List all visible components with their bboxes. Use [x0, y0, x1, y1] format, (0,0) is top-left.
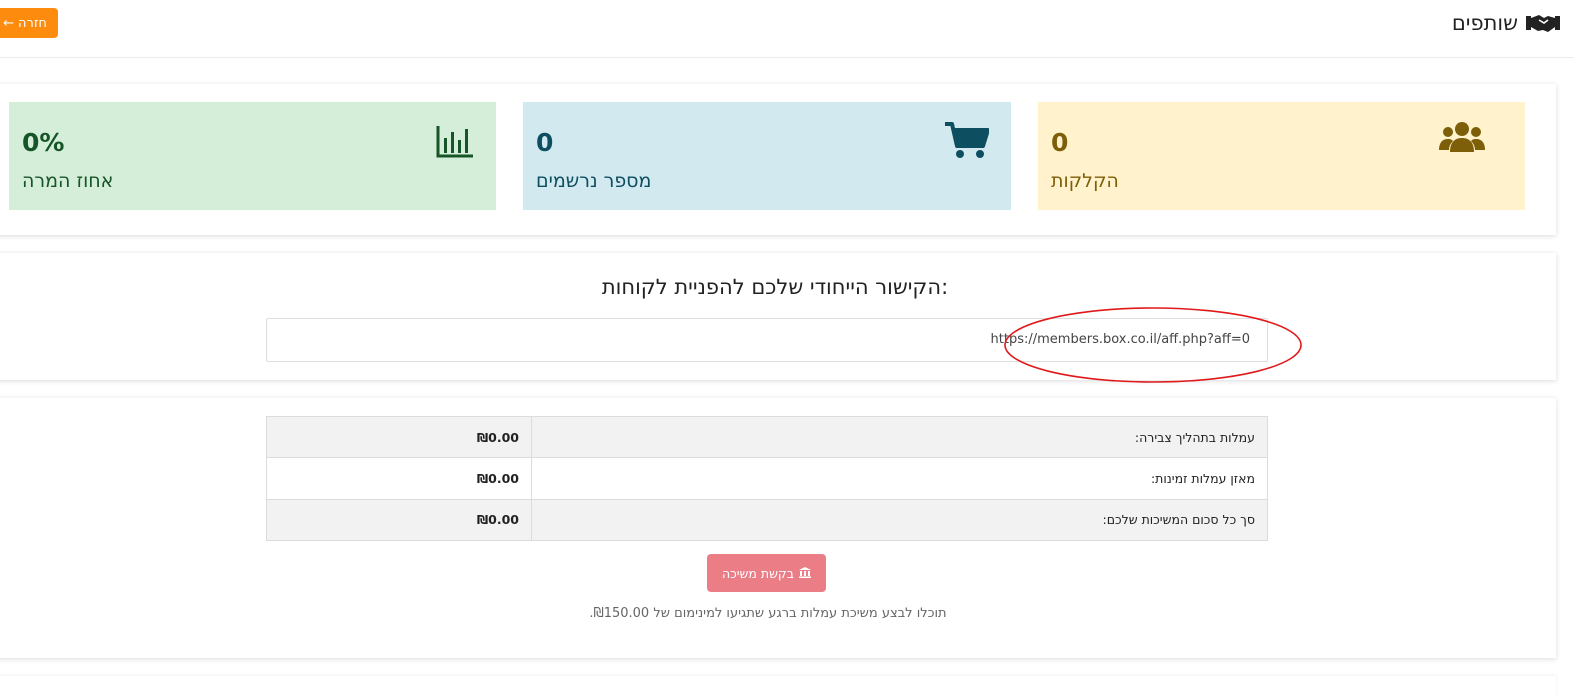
- signups-label: מספר נרשמים: [536, 170, 652, 192]
- bank-icon: [799, 566, 812, 581]
- back-button-label: חזרה: [18, 15, 47, 31]
- clicks-value: 0: [1051, 128, 1069, 157]
- balance-value: ₪0.00: [476, 512, 519, 528]
- table-row: מאזן עמלות זמינות: ₪0.00: [266, 457, 1268, 500]
- referral-link-field[interactable]: https://members.box.co.il/aff.php?aff=0: [266, 318, 1268, 362]
- referral-title: הקישור הייחודי שלכם להפניית לקוחות:: [601, 275, 949, 299]
- bar-chart-icon: [436, 126, 474, 162]
- top-bar: חזרה ← שותפים: [0, 0, 1574, 58]
- referral-panel: הקישור הייחודי שלכם להפניית לקוחות: http…: [0, 253, 1556, 380]
- arrow-left-icon: ←: [3, 15, 15, 31]
- signups-value: 0: [536, 128, 554, 157]
- conversion-label: אחוז המרה: [22, 170, 114, 192]
- stat-card-clicks: 0 הקלקות: [1038, 102, 1525, 210]
- balances-panel: עמלות בתהליך צבירה: ₪0.00 מאזן עמלות זמי…: [0, 398, 1556, 658]
- stat-card-conversion: 0% אחוז המרה: [9, 102, 496, 210]
- bottom-panel: [0, 676, 1556, 698]
- shopping-cart-icon: [945, 120, 990, 164]
- balance-label: מאזן עמלות זמינות:: [531, 457, 1268, 500]
- withdraw-note: תוכלו לבצע משיכת עמלות ברגע שתגיעו למיני…: [589, 606, 947, 621]
- stat-card-signups: 0 מספר נרשמים: [523, 102, 1011, 210]
- balances-table: עמלות בתהליך צבירה: ₪0.00 מאזן עמלות זמי…: [266, 415, 1268, 541]
- withdraw-request-button[interactable]: בקשת משיכה: [707, 554, 826, 592]
- page-title-group: שותפים: [1452, 8, 1560, 38]
- back-button[interactable]: חזרה ←: [0, 8, 58, 38]
- table-row: עמלות בתהליך צבירה: ₪0.00: [266, 415, 1268, 459]
- users-icon: [1439, 120, 1485, 158]
- balance-label: עמלות בתהליך צבירה:: [531, 415, 1268, 459]
- balance-label: סך כל סכום המשיכות שלכם:: [531, 498, 1268, 541]
- withdraw-button-label: בקשת משיכה: [721, 565, 795, 581]
- page-title: שותפים: [1451, 11, 1518, 35]
- balance-value: ₪0.00: [476, 470, 519, 486]
- conversion-value: 0%: [22, 128, 65, 157]
- table-row: סך כל סכום המשיכות שלכם: ₪0.00: [266, 498, 1268, 541]
- handshake-icon: [1526, 12, 1560, 34]
- stats-panel: 0 הקלקות 0 מספר נרשמים 0% אחוז המרה: [0, 84, 1556, 235]
- clicks-label: הקלקות: [1051, 170, 1119, 192]
- balance-value: ₪0.00: [476, 429, 519, 445]
- referral-link-text[interactable]: https://members.box.co.il/aff.php?aff=0: [991, 332, 1250, 347]
